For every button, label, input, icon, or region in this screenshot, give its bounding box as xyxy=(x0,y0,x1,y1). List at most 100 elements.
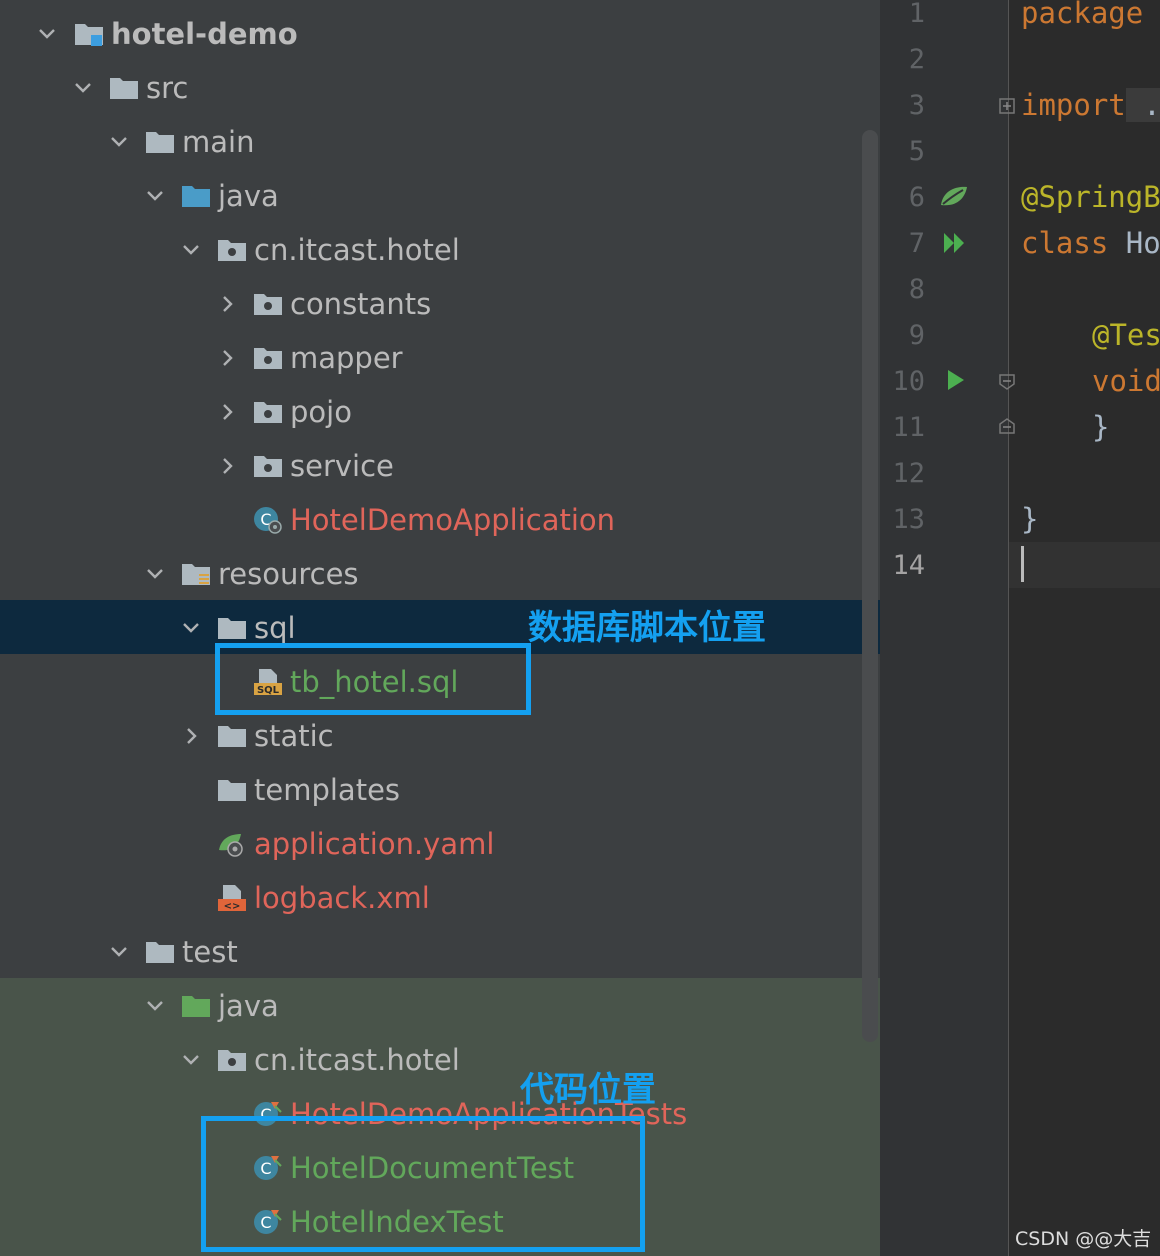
folded-imports[interactable]: . xyxy=(1125,88,1160,122)
chevron-right-icon[interactable] xyxy=(215,400,239,424)
tree-item-label: hotel-demo xyxy=(111,17,298,51)
tree-item-test[interactable]: test xyxy=(0,926,880,980)
tree-item-test-package[interactable]: cn.itcast.hotel xyxy=(0,1034,880,1088)
tree-item-package[interactable]: cn.itcast.hotel xyxy=(0,224,880,278)
code-editor[interactable]: 1 2 3 5 6 7 8 9 10 11 12 13 14 package i… xyxy=(880,0,1160,1256)
package-icon xyxy=(217,236,247,264)
tree-item-logback-xml[interactable]: logback.xml xyxy=(0,872,880,926)
tree-item-label: pojo xyxy=(290,395,352,429)
sql-highlight-box xyxy=(215,643,531,715)
tree-item-label: java xyxy=(218,179,279,213)
spring-yaml-icon xyxy=(217,830,247,858)
text-caret xyxy=(1021,546,1024,582)
tree-item-pojo[interactable]: pojo xyxy=(0,386,880,440)
chevron-down-icon[interactable] xyxy=(143,562,167,586)
watermark: CSDN @@大吉 xyxy=(1015,1228,1152,1250)
folder-icon xyxy=(217,776,247,804)
folder-icon xyxy=(145,128,175,156)
run-all-icon[interactable] xyxy=(942,230,970,256)
tree-item-test-java[interactable]: java xyxy=(0,980,880,1034)
tree-item-main[interactable]: main xyxy=(0,116,880,170)
keyword-import: import xyxy=(1021,88,1126,122)
tree-item-label: application.yaml xyxy=(254,827,495,861)
tree-scrollbar[interactable] xyxy=(862,130,878,1042)
tree-item-label: sql xyxy=(254,611,296,645)
tree-item-label: mapper xyxy=(290,341,403,375)
closing-brace: } xyxy=(1021,502,1039,536)
chevron-down-icon[interactable] xyxy=(107,940,131,964)
module-folder-icon xyxy=(74,20,104,48)
annotation-test: @Tes xyxy=(1092,318,1160,352)
code-callout: 代码位置 xyxy=(520,1070,656,1110)
tree-item-label: cn.itcast.hotel xyxy=(254,233,460,267)
keyword-void: void xyxy=(1092,364,1160,398)
spring-class-icon xyxy=(253,506,283,534)
folder-icon xyxy=(217,614,247,642)
line-number: 9 xyxy=(908,320,925,351)
code-highlight-box xyxy=(201,1116,645,1252)
chevron-down-icon[interactable] xyxy=(179,616,203,640)
current-line-highlight xyxy=(1009,542,1160,588)
tree-item-label: resources xyxy=(218,557,359,591)
line-number: 13 xyxy=(892,504,925,535)
folder-icon xyxy=(217,722,247,750)
tree-item-service[interactable]: service xyxy=(0,440,880,494)
fold-end-icon[interactable] xyxy=(999,418,1015,434)
line-number: 12 xyxy=(892,458,925,489)
tree-item-templates[interactable]: templates xyxy=(0,764,880,818)
line-number: 7 xyxy=(908,228,925,259)
line-number: 14 xyxy=(892,550,925,581)
chevron-right-icon[interactable] xyxy=(215,292,239,316)
tree-item-java[interactable]: java xyxy=(0,170,880,224)
chevron-right-icon[interactable] xyxy=(215,346,239,370)
line-number: 8 xyxy=(908,274,925,305)
chevron-down-icon[interactable] xyxy=(71,76,95,100)
line-number: 3 xyxy=(908,90,925,121)
tree-item-constants[interactable]: constants xyxy=(0,278,880,332)
tree-item-mapper[interactable]: mapper xyxy=(0,332,880,386)
tree-item-application-yaml[interactable]: application.yaml xyxy=(0,818,880,872)
chevron-right-icon[interactable] xyxy=(179,724,203,748)
spring-bean-icon[interactable] xyxy=(938,183,970,211)
fold-start-icon[interactable] xyxy=(999,374,1015,390)
tree-item-static[interactable]: static xyxy=(0,710,880,764)
package-icon xyxy=(217,1046,247,1074)
tree-item-src[interactable]: src xyxy=(0,62,880,116)
chevron-down-icon[interactable] xyxy=(143,184,167,208)
keyword-package: package xyxy=(1021,0,1144,30)
tree-item-hotel-demo[interactable]: hotel-demo xyxy=(0,8,880,62)
tree-item-hotel-demo-application[interactable]: HotelDemoApplication xyxy=(0,494,880,548)
closing-brace: } xyxy=(1092,410,1110,444)
chevron-down-icon[interactable] xyxy=(107,130,131,154)
line-number: 1 xyxy=(908,0,925,29)
gutter-divider xyxy=(1008,0,1009,1256)
chevron-down-icon[interactable] xyxy=(179,238,203,262)
code-line-7: class Ho xyxy=(1021,226,1160,260)
chevron-down-icon[interactable] xyxy=(35,22,59,46)
chevron-right-icon[interactable] xyxy=(215,454,239,478)
line-number: 5 xyxy=(908,136,925,167)
tree-item-label: cn.itcast.hotel xyxy=(254,1043,460,1077)
tree-item-label: logback.xml xyxy=(254,881,430,915)
project-tree-panel: hotel-demo src main java cn.itcast.hotel… xyxy=(0,0,880,1256)
tree-item-label: HotelDemoApplication xyxy=(290,503,616,537)
code-line-6: @SpringB xyxy=(1021,180,1160,214)
line-number: 2 xyxy=(908,44,925,75)
run-icon[interactable] xyxy=(946,368,966,392)
code-line-11: } xyxy=(1092,410,1109,444)
line-number: 10 xyxy=(892,366,925,397)
tree-item-resources[interactable]: resources xyxy=(0,548,880,602)
keyword-class: class xyxy=(1021,226,1109,260)
xml-file-icon xyxy=(217,884,247,912)
fold-expand-icon[interactable] xyxy=(999,98,1015,114)
code-line-1: package xyxy=(1021,0,1143,30)
chevron-down-icon[interactable] xyxy=(143,994,167,1018)
folder-icon xyxy=(145,938,175,966)
line-number: 11 xyxy=(892,412,925,443)
package-icon xyxy=(253,398,283,426)
tree-item-label: main xyxy=(182,125,255,159)
tree-item-label: static xyxy=(254,719,334,753)
sql-callout: 数据库脚本位置 xyxy=(528,608,766,648)
chevron-down-icon[interactable] xyxy=(179,1048,203,1072)
tree-item-label: templates xyxy=(254,773,401,807)
